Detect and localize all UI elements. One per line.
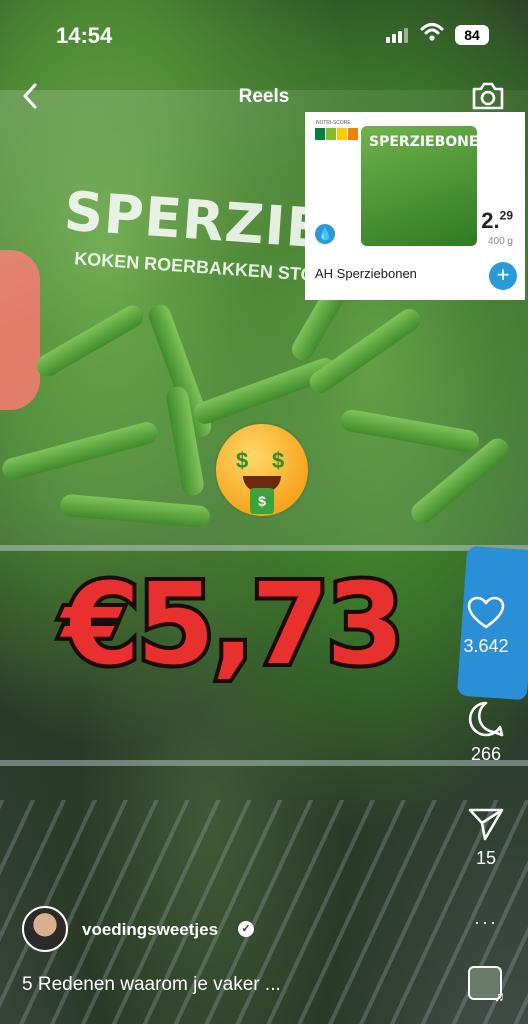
music-note-icon: ♫ — [494, 988, 505, 1004]
comment-count: 266 — [470, 744, 502, 764]
send-icon — [468, 808, 504, 841]
avatar[interactable] — [22, 906, 68, 952]
battery-indicator: 84 — [455, 25, 489, 45]
add-to-cart-button[interactable]: + — [489, 262, 517, 290]
heart-icon — [467, 596, 505, 629]
like-button[interactable]: 3.642 — [456, 596, 516, 657]
product-name[interactable]: AH Sperziebonen — [315, 266, 417, 281]
cellular-signal-icon — [386, 27, 412, 43]
reel-caption[interactable]: 5 Redenen waarom je vaker ... — [22, 974, 281, 996]
camera-icon — [472, 82, 504, 110]
product-card[interactable]: NUTRI-SCORE SPERZIEBONEN 💧 2.29 400 g AH… — [305, 112, 525, 300]
comment-icon — [468, 701, 504, 737]
water-drop-icon: 💧 — [315, 224, 335, 244]
product-thumbnail-label: SPERZIEBONEN — [369, 134, 477, 150]
page-title: Reels — [238, 86, 290, 107]
status-bar: 14:54 84 — [0, 0, 528, 64]
more-options-icon[interactable]: ··· — [474, 912, 498, 933]
product-thumbnail: SPERZIEBONEN — [361, 126, 477, 246]
author-username[interactable]: voedingsweetjes — [82, 920, 218, 940]
product-price: 2.29 — [481, 208, 513, 233]
verified-badge-icon: ✓ — [238, 921, 254, 937]
money-mouth-face-icon: $ $ $ — [216, 424, 308, 516]
shelf-edge — [0, 545, 528, 551]
comment-button[interactable]: 266 — [456, 700, 516, 765]
wifi-icon — [420, 23, 444, 41]
camera-button[interactable] — [470, 80, 506, 112]
share-button[interactable]: 15 — [456, 806, 516, 869]
product-weight: 400 g — [487, 236, 513, 247]
share-count: 15 — [475, 848, 497, 868]
like-count: 3.642 — [463, 636, 509, 656]
status-time: 14:54 — [56, 23, 113, 48]
price-overlay-text: €5,73 — [58, 556, 408, 694]
shelf-edge — [0, 760, 528, 766]
